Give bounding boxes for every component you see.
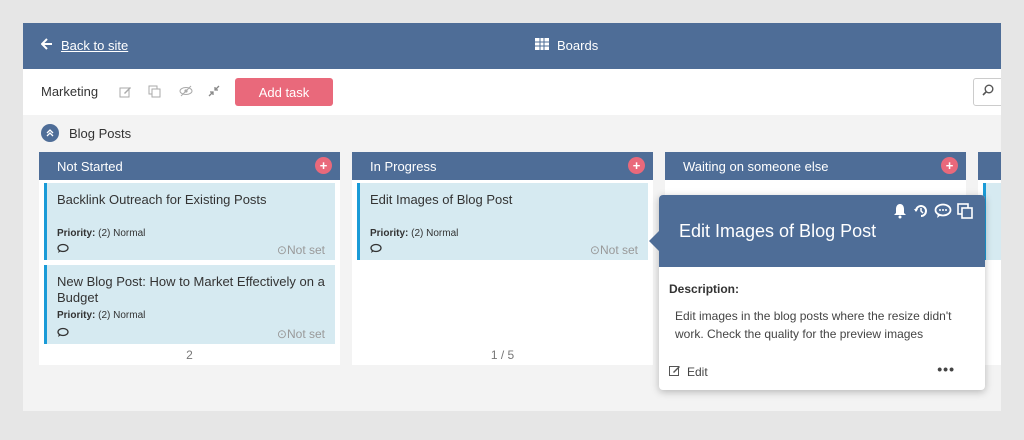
board-name: Marketing [41, 84, 99, 99]
column-count: 1 / 5 [490, 348, 515, 362]
add-card-button[interactable]: + [628, 157, 645, 174]
collapse-icon[interactable] [205, 82, 223, 100]
column-header: Waiting on someone else + [665, 152, 966, 180]
priority-value: (2) Normal [98, 310, 146, 321]
edit-button[interactable]: Edit [669, 364, 708, 379]
copy-icon[interactable] [957, 203, 973, 224]
card-title: Edit Images of Blog Post [370, 192, 513, 207]
column-not-started: Not Started + Backlink Outreach for Exis… [39, 152, 340, 365]
priority-value: (2) Normal [98, 228, 146, 239]
column-count: 2 [186, 348, 193, 362]
clock-icon: ⊙ [276, 243, 287, 257]
column-title: Waiting on someone else [683, 158, 829, 174]
card-title: Backlink Outreach for Existing Posts [57, 192, 267, 207]
task-card[interactable]: New Blog Post: How to Market Effectively… [44, 265, 335, 344]
add-card-button[interactable]: + [315, 157, 332, 174]
card-footer: ⊙Not set [57, 243, 325, 257]
comment-icon [57, 243, 69, 257]
column-title: Not Started [57, 158, 123, 174]
comment-icon [370, 243, 382, 257]
more-options-button[interactable]: ••• [937, 361, 955, 377]
column-header [978, 152, 1001, 180]
popover-header: Edit Images of Blog Post [649, 195, 985, 267]
card-footer: ⊙Not set [57, 327, 325, 341]
popover-actions [892, 203, 973, 224]
clock-icon: ⊙ [276, 327, 287, 341]
priority-value: (2) Normal [411, 228, 459, 239]
boards-label: Boards [557, 38, 599, 53]
task-card[interactable]: Backlink Outreach for Existing Posts Pri… [44, 183, 335, 260]
column-in-progress: In Progress + Edit Images of Blog Post P… [352, 152, 653, 365]
column-header: In Progress + [352, 152, 653, 180]
back-to-site-link[interactable]: Back to site [40, 38, 129, 53]
priority-label: Priority: [57, 310, 96, 321]
back-to-site-label: Back to site [61, 38, 129, 53]
swimlane-header: Blog Posts [41, 124, 131, 142]
due-date: ⊙Not set [277, 327, 325, 341]
card-priority: Priority: (2) Normal [370, 228, 458, 239]
task-card[interactable] [983, 183, 1001, 260]
due-date: ⊙Not set [590, 243, 638, 257]
column-header: Not Started + [39, 152, 340, 180]
boards-title: Boards [535, 38, 598, 53]
description-label: Description: [669, 282, 740, 296]
task-card[interactable]: Edit Images of Blog Post Priority: (2) N… [357, 183, 648, 260]
top-bar: Back to site Boards [23, 23, 1001, 69]
priority-label: Priority: [57, 228, 96, 239]
popover-title: Edit Images of Blog Post [679, 221, 877, 241]
due-value: Not set [286, 327, 325, 341]
card-priority: Priority: (2) Normal [57, 228, 145, 239]
search-icon [982, 83, 994, 101]
bell-icon[interactable] [892, 203, 908, 224]
card-title: New Blog Post: How to Market Effectively… [57, 274, 325, 305]
arrow-left-icon [40, 38, 53, 53]
hide-icon[interactable] [177, 82, 195, 100]
description-text: Edit images in the blog posts where the … [675, 309, 952, 341]
due-value: Not set [286, 243, 325, 257]
popover-arrow [649, 231, 659, 251]
card-footer: ⊙Not set [370, 243, 638, 257]
chevron-up-icon[interactable] [41, 124, 59, 142]
search-button[interactable] [973, 78, 1001, 106]
swimlane-title: Blog Posts [69, 125, 132, 141]
edit-label: Edit [687, 364, 708, 379]
edit-icon[interactable] [116, 82, 134, 100]
history-icon[interactable] [913, 203, 929, 224]
copy-icon[interactable] [145, 82, 163, 100]
clock-icon: ⊙ [589, 243, 600, 257]
column-title: In Progress [370, 158, 437, 174]
card-priority: Priority: (2) Normal [57, 310, 145, 321]
edit-icon [669, 364, 681, 379]
add-card-button[interactable]: + [941, 157, 958, 174]
due-date: ⊙Not set [277, 243, 325, 257]
add-task-button[interactable]: Add task [235, 78, 333, 106]
priority-label: Priority: [370, 228, 409, 239]
comment-icon[interactable] [934, 203, 952, 224]
board-toolbar: Marketing Add task [23, 69, 1001, 115]
due-value: Not set [599, 243, 638, 257]
table-icon [535, 38, 549, 53]
task-popover: Edit Images of Blog Post Description: Ed… [649, 195, 985, 390]
comment-icon [57, 327, 69, 341]
